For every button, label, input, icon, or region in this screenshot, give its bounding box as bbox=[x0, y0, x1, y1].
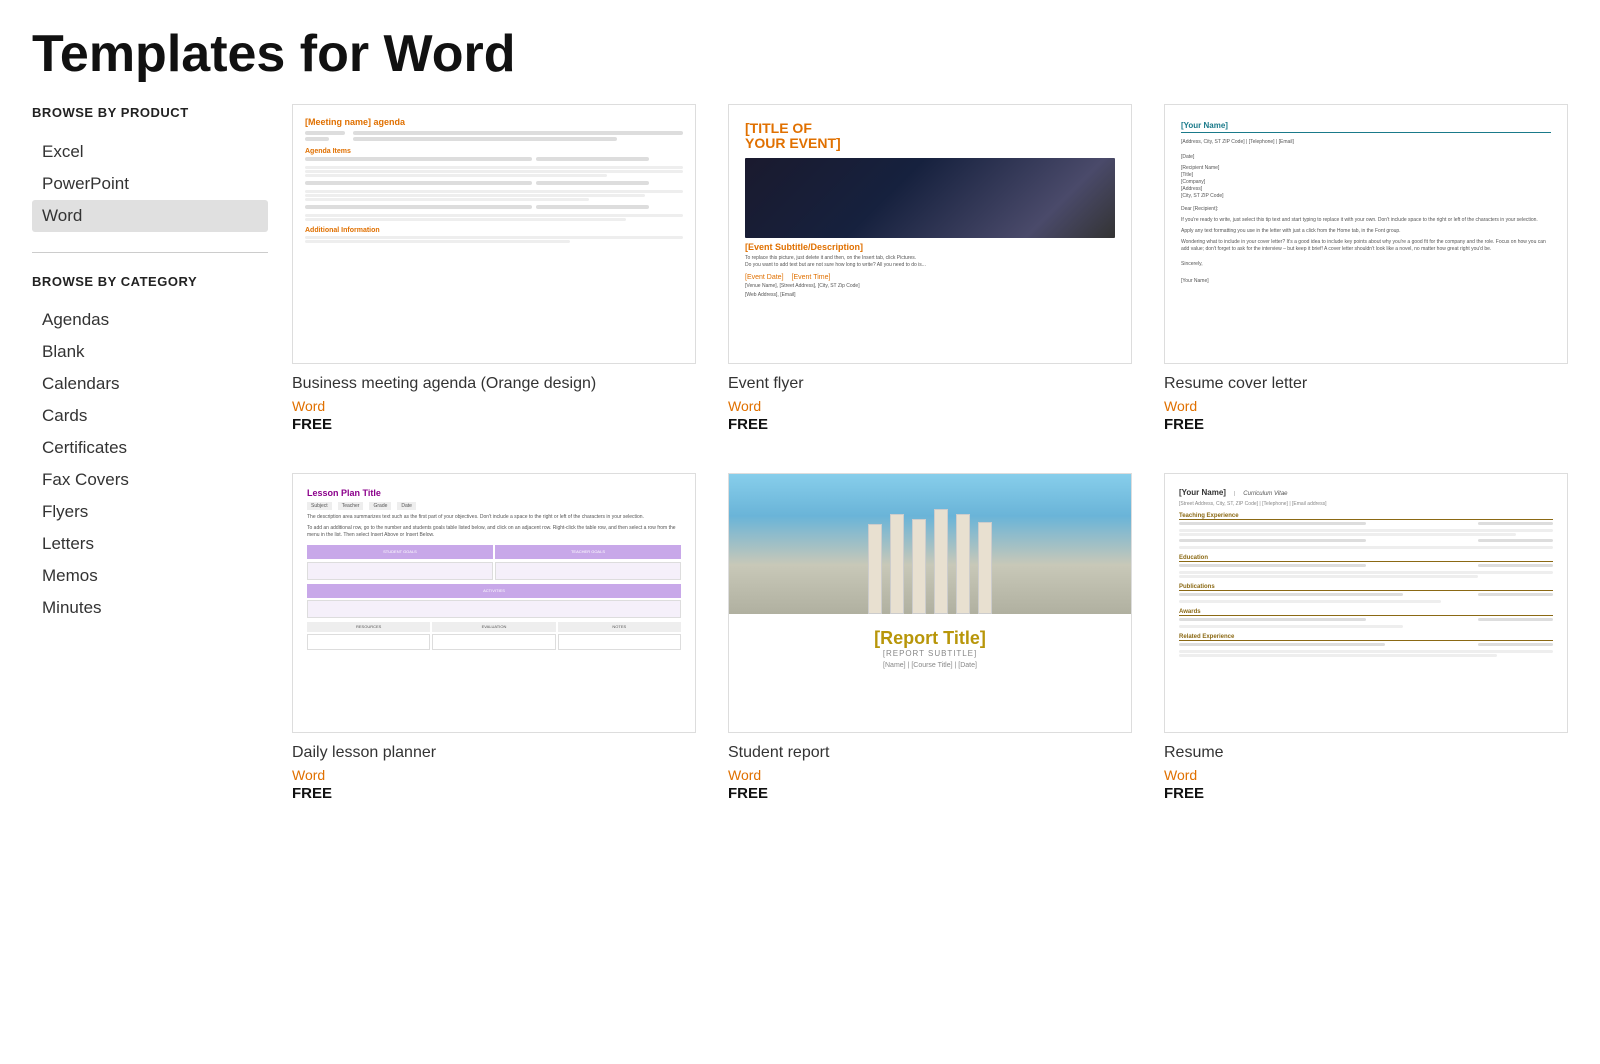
template-price-event-flyer: FREE bbox=[728, 416, 1132, 433]
browse-by-category-label: BROWSE BY CATEGORY bbox=[32, 273, 268, 291]
template-card-student-report[interactable]: [Report Title] [REPORT SUBTITLE] [Name] … bbox=[728, 473, 1132, 802]
template-price-student-report: FREE bbox=[728, 785, 1132, 802]
template-name-student-report: Student report bbox=[728, 743, 1132, 764]
template-card-lesson-planner[interactable]: Lesson Plan Title Subject Teacher Grade … bbox=[292, 473, 696, 802]
sidebar-item-agendas[interactable]: Agendas bbox=[32, 304, 268, 336]
page-title: Templates for Word bbox=[0, 0, 1600, 104]
template-card-cover-letter[interactable]: [Your Name] [Address, City, ST ZIP Code]… bbox=[1164, 104, 1568, 433]
template-thumbnail-agenda: [Meeting name] agenda Agenda Items bbox=[292, 104, 696, 364]
sidebar-item-word[interactable]: Word bbox=[32, 200, 268, 232]
template-thumbnail-student-report: [Report Title] [REPORT SUBTITLE] [Name] … bbox=[728, 473, 1132, 733]
sidebar-divider bbox=[32, 252, 268, 253]
sidebar-item-minutes[interactable]: Minutes bbox=[32, 592, 268, 624]
template-product-cover-letter: Word bbox=[1164, 398, 1568, 414]
product-list: Excel PowerPoint Word bbox=[32, 136, 268, 232]
sidebar-item-excel[interactable]: Excel bbox=[32, 136, 268, 168]
sidebar-item-letters[interactable]: Letters bbox=[32, 528, 268, 560]
template-thumbnail-event-flyer: [TITLE OFYOUR EVENT] [Event Subtitle/Des… bbox=[728, 104, 1132, 364]
content-area: [Meeting name] agenda Agenda Items bbox=[292, 104, 1568, 842]
template-price-cover-letter: FREE bbox=[1164, 416, 1568, 433]
template-name-lesson-planner: Daily lesson planner bbox=[292, 743, 696, 764]
template-product-student-report: Word bbox=[728, 767, 1132, 783]
template-price-agenda: FREE bbox=[292, 416, 696, 433]
template-product-event-flyer: Word bbox=[728, 398, 1132, 414]
template-thumbnail-cover-letter: [Your Name] [Address, City, ST ZIP Code]… bbox=[1164, 104, 1568, 364]
sidebar-item-blank[interactable]: Blank bbox=[32, 336, 268, 368]
template-thumbnail-lesson-planner: Lesson Plan Title Subject Teacher Grade … bbox=[292, 473, 696, 733]
template-name-resume: Resume bbox=[1164, 743, 1568, 764]
template-grid: [Meeting name] agenda Agenda Items bbox=[292, 104, 1568, 842]
template-product-agenda: Word bbox=[292, 398, 696, 414]
sidebar-item-memos[interactable]: Memos bbox=[32, 560, 268, 592]
template-card-agenda[interactable]: [Meeting name] agenda Agenda Items bbox=[292, 104, 696, 433]
category-list: Agendas Blank Calendars Cards Certificat… bbox=[32, 304, 268, 624]
sidebar-item-certificates[interactable]: Certificates bbox=[32, 432, 268, 464]
browse-by-product-label: BROWSE BY PRODUCT bbox=[32, 104, 268, 122]
sidebar-item-cards[interactable]: Cards bbox=[32, 400, 268, 432]
template-product-resume: Word bbox=[1164, 767, 1568, 783]
sidebar-item-flyers[interactable]: Flyers bbox=[32, 496, 268, 528]
template-name-event-flyer: Event flyer bbox=[728, 374, 1132, 395]
template-name-cover-letter: Resume cover letter bbox=[1164, 374, 1568, 395]
template-price-resume: FREE bbox=[1164, 785, 1568, 802]
template-name-agenda: Business meeting agenda (Orange design) bbox=[292, 374, 696, 395]
template-product-lesson-planner: Word bbox=[292, 767, 696, 783]
template-card-resume[interactable]: [Your Name] | Curriculum Vitae [Street A… bbox=[1164, 473, 1568, 802]
main-layout: BROWSE BY PRODUCT Excel PowerPoint Word … bbox=[0, 104, 1600, 842]
template-card-event-flyer[interactable]: [TITLE OFYOUR EVENT] [Event Subtitle/Des… bbox=[728, 104, 1132, 433]
sidebar-item-powerpoint[interactable]: PowerPoint bbox=[32, 168, 268, 200]
template-thumbnail-resume: [Your Name] | Curriculum Vitae [Street A… bbox=[1164, 473, 1568, 733]
template-price-lesson-planner: FREE bbox=[292, 785, 696, 802]
sidebar-item-calendars[interactable]: Calendars bbox=[32, 368, 268, 400]
sidebar: BROWSE BY PRODUCT Excel PowerPoint Word … bbox=[32, 104, 292, 842]
sidebar-item-fax-covers[interactable]: Fax Covers bbox=[32, 464, 268, 496]
